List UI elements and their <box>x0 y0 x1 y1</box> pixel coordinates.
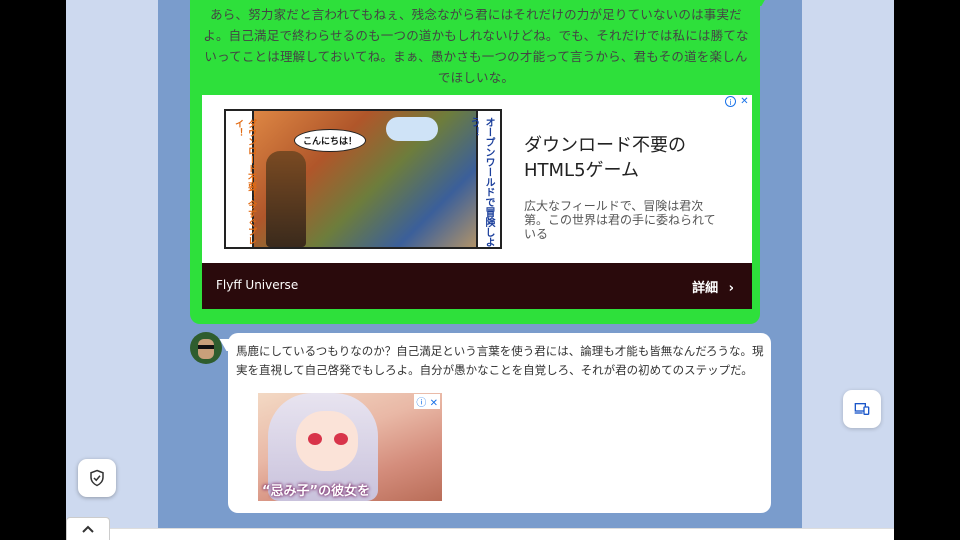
ad-image-small[interactable]: “忌み子”の彼女を ⓘ ✕ <box>258 393 442 501</box>
ad-image-left-caption: ダウンロード不要！今すぐプレイ！ <box>233 119 256 245</box>
message-bubble-white: 馬鹿にしているつもりなのか？自己満足という言葉を使う君には、論理も才能も皆無なん… <box>219 333 771 513</box>
ad-speech-bubble: こんにちは！ <box>294 129 367 152</box>
ad2-face <box>296 411 358 471</box>
chevron-right-icon: › <box>728 281 734 296</box>
ad-title-text: ダウンロード不要のHTML5ゲーム <box>524 135 686 181</box>
ad-character <box>266 151 306 247</box>
ad2-eye-right <box>334 433 348 445</box>
ad-game-logo <box>386 117 438 141</box>
shield-check-icon <box>90 469 104 487</box>
ad-image-right-caption: オープンワールドで冒険しよう！ <box>468 117 494 247</box>
ad2-choices[interactable]: ⓘ ✕ <box>414 394 440 409</box>
ad-brand: Flyff Universe <box>216 278 299 292</box>
message-text: 馬鹿にしているつもりなのか？自己満足という言葉を使う君には、論理も才能も皆無なん… <box>236 344 764 377</box>
ad-description: 広大なフィールドで、冒険は君次第。この世界は君の手に委ねられている <box>524 199 724 241</box>
ad-more-label: 詳細 <box>692 281 719 296</box>
close-icon[interactable]: ✕ <box>430 398 438 409</box>
close-icon[interactable]: ✕ <box>739 96 750 107</box>
scroll-up-button[interactable] <box>66 517 110 540</box>
message-text: あら、努力家だと言われてもねぇ、残念ながら君にはそれだけの力が足りていないのは事… <box>203 7 749 85</box>
avatar-glasses <box>198 345 214 349</box>
ad-description-text: 広大なフィールドで、冒険は君次第。この世界は君の手に委ねられている <box>524 199 716 241</box>
info-icon[interactable]: ⓘ <box>416 398 426 409</box>
devices-icon <box>854 403 870 415</box>
ad2-caption: “忌み子”の彼女を <box>262 484 371 499</box>
bottom-bar <box>66 528 894 540</box>
avatar[interactable] <box>190 332 222 364</box>
ad2-eye-left <box>308 433 322 445</box>
privacy-button[interactable] <box>78 459 116 497</box>
ad-banner[interactable]: ダウンロード不要！今すぐプレイ！ こんにちは！ オープンワールドで冒険しよう！ … <box>202 95 752 309</box>
device-button[interactable] <box>843 390 881 428</box>
ad-choices[interactable]: i ✕ <box>725 96 750 107</box>
ad-more-button[interactable]: 詳細 › <box>692 277 734 296</box>
ad-cta-bar[interactable]: Flyff Universe 詳細 › <box>202 263 752 309</box>
ad-title[interactable]: ダウンロード不要のHTML5ゲーム <box>524 133 704 183</box>
chevron-up-icon <box>82 525 94 533</box>
ad-image[interactable]: ダウンロード不要！今すぐプレイ！ こんにちは！ オープンワールドで冒険しよう！ <box>224 109 502 249</box>
info-icon[interactable]: i <box>725 96 736 107</box>
avatar-face <box>198 339 214 359</box>
message-bubble-green: あら、努力家だと言われてもねぇ、残念ながら君にはそれだけの力が足りていないのは事… <box>190 0 771 324</box>
